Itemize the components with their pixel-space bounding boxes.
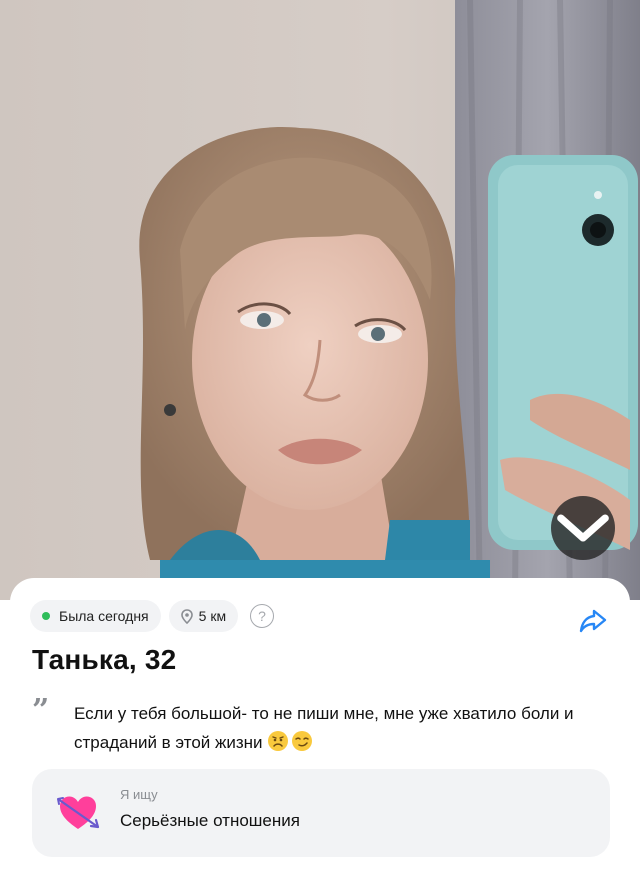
heart-with-arrow-icon <box>57 796 100 829</box>
quote-icon: ” <box>32 693 50 728</box>
worried-face-icon <box>267 731 288 751</box>
location-pin-icon <box>180 608 193 624</box>
share-arrow-icon <box>579 609 607 633</box>
looking-for-value: Серьёзные отношения <box>120 811 300 830</box>
profile-photo-image <box>0 0 640 600</box>
profile-screen: Была сегодня 5 км ? Танька, 32 ” Если у … <box>0 0 640 870</box>
profile-photo[interactable] <box>0 0 640 600</box>
profile-name-age: Танька, 32 <box>32 644 177 675</box>
online-dot-icon <box>42 612 50 620</box>
looking-for-block: Я ищу Серьёзные отношения <box>32 769 610 857</box>
chevron-down-icon <box>557 514 609 542</box>
distance-text: 5 км <box>198 608 227 624</box>
question-circle-icon[interactable]: ? <box>250 604 275 628</box>
profile-bio: Если у тебя большой- то не пиши мне, мне… <box>74 699 614 757</box>
distance-chip: 5 км <box>168 600 239 632</box>
profile-card: Была сегодня 5 км ? Танька, 32 ” Если у … <box>10 578 630 870</box>
looking-for-label: Я ищу <box>120 787 158 802</box>
online-status-chip: Была сегодня <box>30 600 161 632</box>
online-status-text: Была сегодня <box>59 608 149 624</box>
share-button[interactable] <box>578 606 608 636</box>
expand-button[interactable] <box>551 496 615 560</box>
bio-emojis <box>267 730 313 752</box>
status-chips: Была сегодня 5 км ? <box>30 600 275 632</box>
profile-bio-text: Если у тебя большой- то не пиши мне, мне… <box>74 704 574 752</box>
smirking-face-icon <box>291 731 312 751</box>
